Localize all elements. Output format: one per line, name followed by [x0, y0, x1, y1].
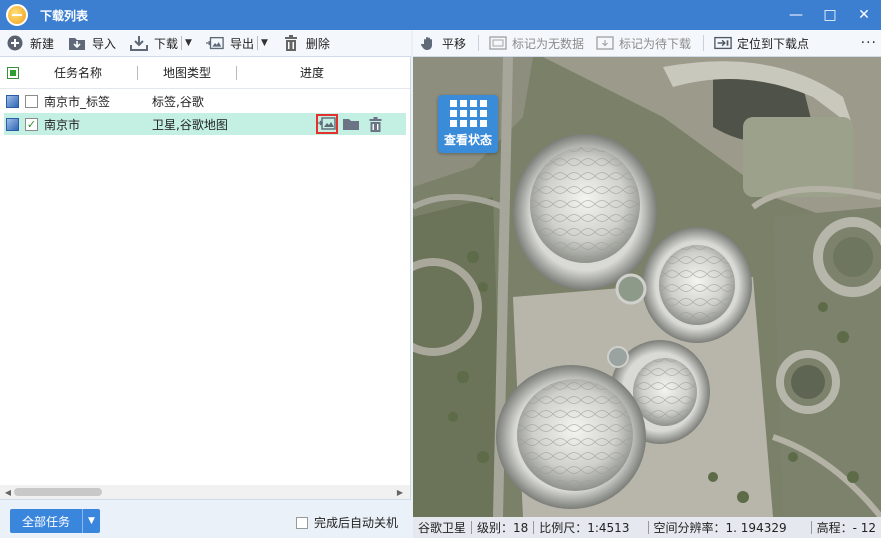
export-image-button[interactable] — [316, 114, 338, 134]
tile-pending-icon — [596, 35, 614, 51]
download-icon — [130, 34, 149, 52]
column-map-type[interactable]: 地图类型 — [138, 64, 236, 81]
scroll-left-icon[interactable]: ◀ — [2, 485, 14, 499]
download-dropdown-icon[interactable]: ▼ — [181, 36, 192, 50]
import-button[interactable]: 导入 — [68, 32, 116, 54]
toolbar-separator — [703, 35, 705, 51]
locate-download-button[interactable]: 定位到下载点 — [714, 35, 809, 52]
maximize-button[interactable]: □ — [813, 0, 847, 30]
map-toolbar: 平移 标记为无数据 标记为待下载 定位到下载点 ··· — [413, 30, 881, 57]
list-header: 任务名称 地图类型 进度 — [0, 57, 410, 89]
task-name: 南京市 — [44, 117, 81, 132]
mark-no-data-button[interactable]: 标记为无数据 — [489, 35, 584, 52]
delete-button[interactable]: 删除 — [282, 32, 330, 54]
view-status-button[interactable]: 查看状态 — [438, 95, 498, 153]
all-tasks-label: 全部任务 — [21, 514, 70, 529]
download-label: 下载 — [154, 36, 179, 51]
trash-icon — [282, 34, 300, 52]
pan-label: 平移 — [442, 36, 467, 51]
column-progress[interactable]: 进度 — [237, 64, 387, 81]
export-label: 导出 — [229, 36, 254, 51]
map-source: 谷歌卫星 — [418, 521, 467, 535]
map-scale: 比例尺：1:4513 — [539, 521, 630, 535]
window-title: 下载列表 — [40, 8, 89, 23]
scroll-right-icon[interactable]: ▶ — [394, 485, 406, 499]
new-task-button[interactable]: 新建 — [6, 32, 54, 54]
table-row[interactable]: 南京市_标签 标签,谷歌 — [4, 90, 406, 112]
map-tile-icon — [6, 117, 19, 131]
elevation: 高程：- 12 — [816, 521, 876, 535]
row-checkbox[interactable] — [25, 94, 38, 108]
close-button[interactable]: ✕ — [847, 0, 881, 30]
table-row[interactable]: ✓ 南京市 卫星,谷歌地图 — [4, 113, 406, 135]
auto-shutdown-checkbox[interactable] — [296, 516, 308, 529]
spatial-resolution: 空间分辨率：1. 194329 — [653, 521, 787, 535]
title-bar: 下载列表 — □ ✕ — [0, 0, 881, 30]
task-list-panel: 任务名称 地图类型 进度 南京市_标签 标签,谷歌 ✓ 南京市 卫星,谷歌地图 … — [0, 57, 411, 499]
map-type: 卫星,谷歌地图 — [152, 117, 228, 132]
auto-shutdown-label: 完成后自动关机 — [314, 516, 399, 530]
folder-icon — [343, 119, 359, 130]
pan-button[interactable]: 平移 — [419, 35, 466, 52]
hand-icon — [419, 35, 437, 51]
open-folder-button[interactable] — [340, 114, 362, 134]
toolbar-separator — [478, 35, 480, 51]
image-export-icon — [318, 117, 336, 130]
row-checkbox[interactable]: ✓ — [25, 117, 38, 131]
view-status-label: 查看状态 — [443, 133, 492, 147]
delete-label: 删除 — [305, 36, 330, 51]
download-button[interactable]: 下载 ▼ — [130, 32, 192, 54]
locate-arrow-icon — [714, 35, 732, 51]
chevron-down-icon[interactable]: ▼ — [82, 509, 100, 533]
more-options-icon[interactable]: ··· — [861, 35, 877, 51]
row-actions — [316, 114, 388, 134]
select-all-checkbox[interactable] — [7, 66, 19, 79]
task-name: 南京市_标签 — [44, 94, 111, 109]
mark-no-data-label: 标记为无数据 — [512, 36, 585, 51]
folder-import-icon — [68, 34, 86, 52]
import-label: 导入 — [92, 36, 117, 51]
map-type: 标签,谷歌 — [152, 94, 204, 109]
plus-circle-icon — [6, 34, 24, 52]
horizontal-scrollbar[interactable]: ◀ ▶ — [0, 485, 410, 499]
task-filter-bar: 全部任务 ▼ 完成后自动关机 — [0, 499, 411, 538]
app-logo-icon — [6, 4, 28, 26]
map-tile-icon — [6, 94, 19, 108]
grid-icon — [449, 100, 487, 127]
map-status-bar: 谷歌卫星 级别：18 比例尺：1:4513 空间分辨率：1. 194329 高程… — [413, 517, 881, 538]
auto-shutdown-option[interactable]: 完成后自动关机 — [296, 514, 398, 531]
scrollbar-thumb[interactable] — [14, 488, 102, 496]
task-toolbar: 新建 导入 下载 ▼ 导出 ▼ 删除 — [0, 30, 411, 57]
trash-icon — [369, 116, 381, 132]
mark-pending-label: 标记为待下载 — [619, 36, 692, 51]
minimize-button[interactable]: — — [779, 0, 813, 30]
delete-task-button[interactable] — [364, 114, 386, 134]
tile-empty-icon — [489, 35, 507, 51]
export-button[interactable]: 导出 ▼ — [205, 32, 268, 54]
image-export-icon — [205, 34, 224, 52]
mark-pending-button[interactable]: 标记为待下载 — [596, 35, 691, 52]
new-task-label: 新建 — [30, 36, 55, 51]
export-dropdown-icon[interactable]: ▼ — [256, 36, 268, 50]
window-controls: — □ ✕ — [779, 0, 881, 30]
zoom-level: 级别：18 — [476, 521, 529, 535]
column-task-name[interactable]: 任务名称 — [19, 64, 137, 81]
all-tasks-dropdown[interactable]: 全部任务 ▼ — [10, 509, 100, 533]
locate-download-label: 定位到下载点 — [737, 36, 810, 51]
